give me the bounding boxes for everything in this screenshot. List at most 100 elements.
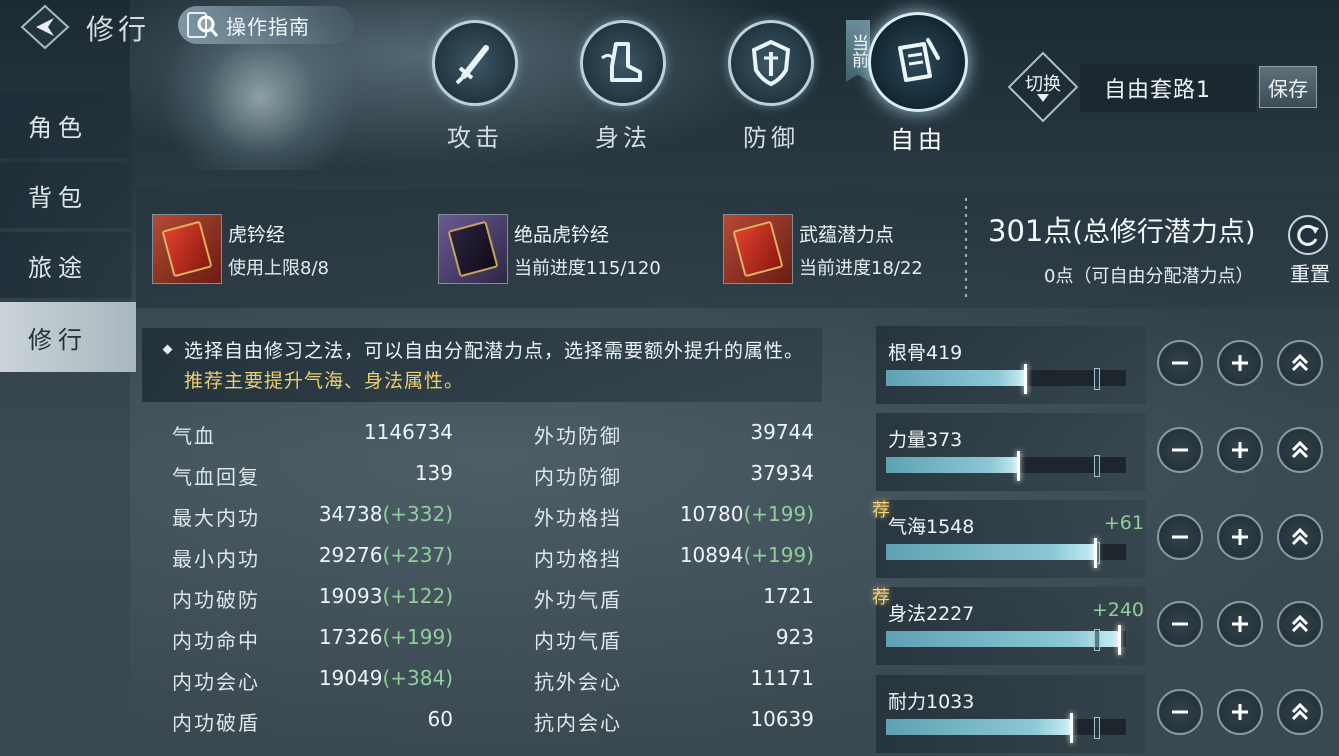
tab-defense[interactable]: 防御 [721, 20, 821, 160]
reset-button[interactable] [1288, 215, 1328, 255]
tab-free[interactable]: 自由 [868, 12, 968, 160]
book-icon [438, 214, 508, 284]
page-title: 修行 [86, 13, 151, 46]
attribute-bar[interactable] [886, 538, 1126, 568]
attribute-bar[interactable] [886, 625, 1126, 655]
decrease-button[interactable] [1157, 427, 1203, 473]
increase-button[interactable] [1217, 514, 1263, 560]
stat-label: 最小内功 [172, 547, 260, 571]
plus-icon [1232, 529, 1248, 545]
decrease-button[interactable] [1157, 601, 1203, 647]
tab-icon-circle [868, 12, 968, 112]
tab-label: 身法 [595, 124, 651, 152]
max-button[interactable] [1277, 427, 1323, 473]
stat-label: 外功气盾 [534, 588, 622, 612]
attribute-row: 耐力1033 [876, 675, 1339, 753]
stat-row: 最小内功 29276(+237) 内功格挡 10894(+199) [172, 543, 822, 584]
attribute-bar-marker [1094, 455, 1100, 477]
stat-label: 抗外会心 [534, 670, 622, 694]
sidebar-item-cultivation[interactable]: 修行 [0, 302, 136, 372]
stat-row: 内功破防 19093(+122) 外功气盾 1721 [172, 584, 822, 625]
increase-button[interactable] [1217, 689, 1263, 735]
stat-label: 内功格挡 [534, 547, 622, 571]
double-chevron-up-icon [1291, 353, 1309, 372]
tip-box: 选择自由修习之法，可以自由分配潜力点，选择需要额外提升的属性。推荐主要提升气海、… [142, 328, 822, 402]
title-bar: 修行 操作指南 [0, 0, 360, 55]
attribute-bar-fill [886, 370, 1025, 386]
stat-label: 内功会心 [172, 670, 260, 694]
tab-attack[interactable]: 攻击 [425, 20, 525, 160]
switch-label: 切换 [1025, 74, 1061, 95]
decrease-button[interactable] [1157, 340, 1203, 386]
plus-icon [1232, 442, 1248, 458]
attribute-bar-fill [886, 631, 1119, 647]
attribute-bar[interactable] [886, 364, 1126, 394]
shield-icon [751, 39, 791, 87]
attribute-name: 力量373 [888, 429, 963, 451]
back-button[interactable] [20, 4, 70, 50]
attribute-bar-cursor[interactable] [1024, 364, 1027, 394]
divider [965, 198, 967, 298]
attribute-bar-cursor[interactable] [1070, 713, 1073, 743]
stat-value: 10894(+199) [679, 543, 814, 567]
double-chevron-up-icon [1291, 702, 1309, 721]
guide-button[interactable]: 操作指南 [178, 6, 354, 44]
stat-value: 39744 [750, 420, 814, 444]
stat-value: 37934 [750, 461, 814, 485]
decrease-button[interactable] [1157, 689, 1203, 735]
attribute-bar-marker [1094, 368, 1100, 390]
max-button[interactable] [1277, 514, 1323, 560]
stat-label: 抗内会心 [534, 711, 622, 735]
attribute-bonus: +61 [1103, 512, 1144, 534]
attribute-bar-fill [886, 457, 1018, 473]
sidebar: 角色 背包 旅途 修行 [0, 92, 136, 376]
double-chevron-up-icon [1291, 614, 1309, 633]
max-button[interactable] [1277, 340, 1323, 386]
tab-icon-circle [432, 20, 518, 106]
sword-icon [455, 45, 489, 85]
stats-table: 气血 1146734 外功防御 39744 气血回复 139 内功防御 3793… [172, 420, 822, 748]
increase-button[interactable] [1217, 340, 1263, 386]
tab-label: 攻击 [447, 124, 503, 152]
attribute-row: 荐气海1548 +61 [872, 500, 1339, 578]
stat-label: 内功气盾 [534, 629, 622, 653]
stat-label: 最大内功 [172, 506, 260, 530]
back-arrow-icon [20, 4, 70, 50]
item-progress: 当前进度115/120 [514, 258, 661, 279]
increase-button[interactable] [1217, 601, 1263, 647]
switch-preset-button[interactable]: 切换 [1007, 51, 1079, 123]
item-name: 绝品虎钤经 [514, 224, 610, 246]
attribute-bar-cursor[interactable] [1017, 451, 1020, 481]
attribute-bar[interactable] [886, 713, 1126, 743]
minus-icon [1172, 710, 1188, 714]
stat-value: 29276(+237) [318, 543, 453, 567]
attribute-bar-fill [886, 719, 1071, 735]
attribute-bar-cursor[interactable] [1118, 625, 1121, 655]
book-icon [723, 214, 793, 284]
free-points: 0点（可自由分配潜力点） [1044, 266, 1254, 287]
minus-icon [1172, 361, 1188, 365]
sidebar-item-journey[interactable]: 旅途 [0, 232, 132, 298]
max-button[interactable] [1277, 689, 1323, 735]
stat-value: 1721 [763, 584, 814, 608]
decrease-button[interactable] [1157, 514, 1203, 560]
double-chevron-up-icon [1291, 440, 1309, 459]
sidebar-item-bag[interactable]: 背包 [0, 162, 132, 228]
stat-value: 10639 [750, 707, 814, 731]
stat-label: 气血回复 [172, 465, 260, 489]
stat-value: 10780(+199) [679, 502, 814, 526]
attribute-name: 气海1548 [888, 516, 975, 538]
attribute-bar[interactable] [886, 451, 1126, 481]
save-button[interactable]: 保存 [1259, 66, 1317, 108]
sidebar-item-character[interactable]: 角色 [0, 92, 132, 158]
stat-value: 139 [414, 461, 453, 485]
attribute-name: 根骨419 [888, 342, 963, 364]
boot-icon [601, 42, 642, 82]
attribute-bar-marker [1094, 629, 1100, 651]
increase-button[interactable] [1217, 427, 1263, 473]
max-button[interactable] [1277, 601, 1323, 647]
tab-movement[interactable]: 身法 [573, 20, 673, 160]
attribute-name: 身法2227 [888, 603, 975, 625]
attribute-bar-cursor[interactable] [1094, 538, 1097, 568]
stat-value: 1146734 [363, 420, 453, 444]
